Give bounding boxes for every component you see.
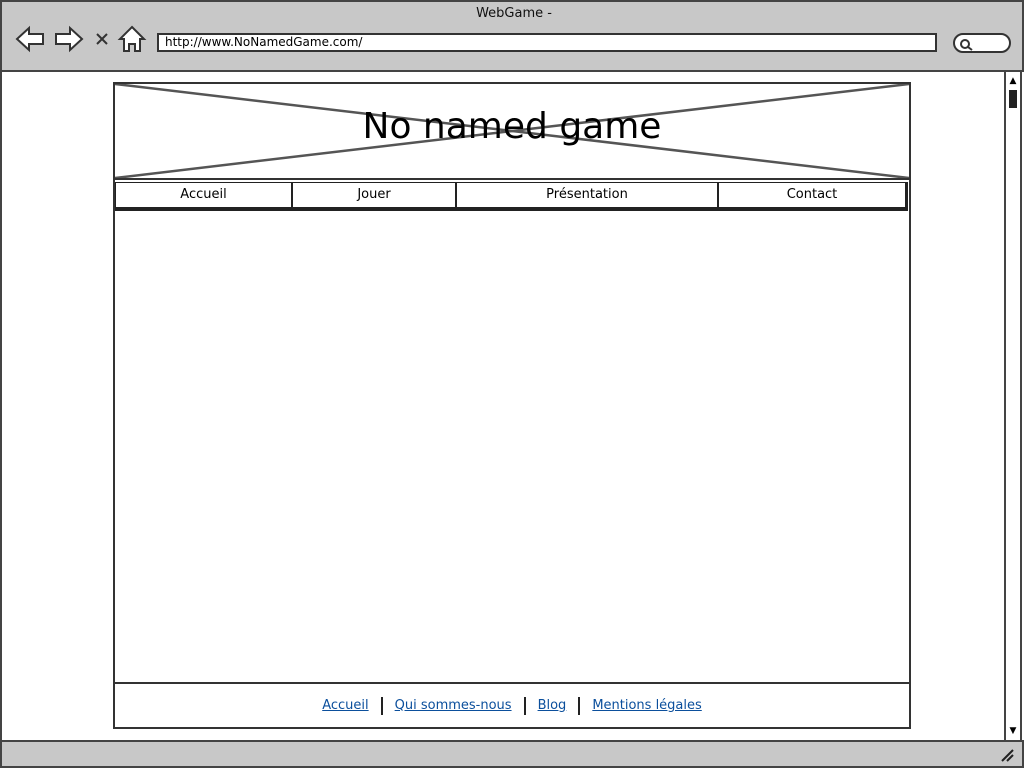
window-right-border xyxy=(1020,72,1022,740)
vertical-scrollbar[interactable]: ▲ ▼ xyxy=(1004,72,1020,740)
footer-separator xyxy=(380,696,383,715)
home-icon[interactable] xyxy=(116,24,148,54)
scroll-thumb[interactable] xyxy=(1009,90,1017,108)
nav-tab-presentation[interactable]: Présentation xyxy=(456,182,718,211)
footer-link-qui-sommes-nous[interactable]: Qui sommes-nous xyxy=(389,698,518,713)
url-input[interactable]: http://www.NoNamedGame.com/ xyxy=(157,33,937,52)
forward-arrow-icon[interactable] xyxy=(53,24,85,54)
footer-separator xyxy=(523,696,526,715)
browser-toolbar: WebGame - http://www.NoNamedGame.com/ xyxy=(0,0,1024,72)
resize-grip-icon[interactable] xyxy=(1000,748,1014,762)
search-box[interactable] xyxy=(953,33,1011,53)
main-content-area xyxy=(115,212,909,682)
nav-tab-jouer[interactable]: Jouer xyxy=(292,182,456,211)
footer: Accueil Qui sommes-nous Blog Mentions lé… xyxy=(115,682,909,727)
banner-image-placeholder: No named game xyxy=(115,84,909,180)
status-bar xyxy=(0,740,1024,768)
window-title: WebGame - xyxy=(476,6,552,21)
window-left-border xyxy=(0,72,2,740)
footer-link-mentions-legales[interactable]: Mentions légales xyxy=(586,698,707,713)
nav-tab-accueil[interactable]: Accueil xyxy=(115,182,292,211)
footer-separator xyxy=(578,696,581,715)
scroll-down-arrow-icon[interactable]: ▼ xyxy=(1008,726,1018,736)
site-title: No named game xyxy=(362,106,662,147)
site-container: No named game Accueil Jouer Présentation… xyxy=(113,82,911,729)
nav-tab-contact[interactable]: Contact xyxy=(718,182,908,211)
footer-link-blog[interactable]: Blog xyxy=(532,698,573,713)
stop-icon[interactable] xyxy=(91,24,113,54)
main-navigation: Accueil Jouer Présentation Contact xyxy=(115,182,909,211)
search-icon xyxy=(960,39,973,51)
footer-link-accueil[interactable]: Accueil xyxy=(316,698,374,713)
scroll-up-arrow-icon[interactable]: ▲ xyxy=(1008,76,1018,86)
back-arrow-icon[interactable] xyxy=(14,24,46,54)
